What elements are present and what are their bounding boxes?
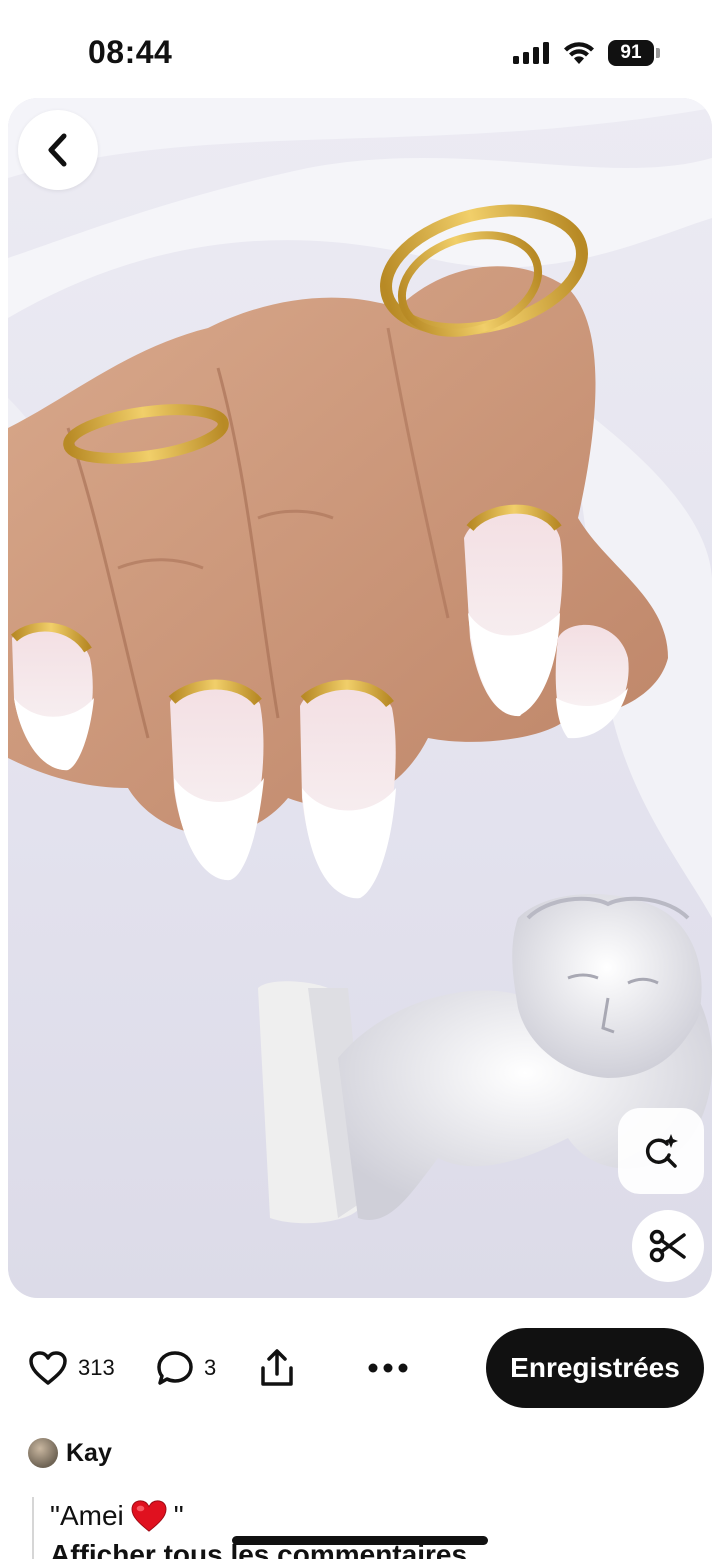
visual-search-button[interactable] xyxy=(618,1108,704,1194)
comment-block: "Amei " Afficher tous les commentaires xyxy=(32,1497,692,1559)
share-button[interactable] xyxy=(256,1346,298,1390)
share-icon xyxy=(261,1349,293,1386)
heart-icon xyxy=(29,1351,67,1385)
like-button[interactable]: 313 xyxy=(28,1326,115,1410)
like-count: 313 xyxy=(78,1355,115,1380)
battery-indicator: 91 xyxy=(608,40,660,66)
cut-button[interactable] xyxy=(632,1210,704,1282)
comment-button[interactable]: 3 xyxy=(156,1326,216,1410)
chevron-left-icon xyxy=(48,133,67,167)
nails-photo xyxy=(8,98,712,1298)
visual-search-icon xyxy=(645,1134,678,1168)
comment-icon xyxy=(157,1351,193,1385)
more-dots-icon xyxy=(368,1363,408,1373)
more-options-button[interactable] xyxy=(364,1348,412,1388)
save-button[interactable]: Enregistrées xyxy=(486,1328,704,1408)
home-indicator[interactable] xyxy=(232,1536,488,1545)
status-icons: 91 xyxy=(512,40,660,66)
battery-level: 91 xyxy=(608,40,654,66)
comment-count: 3 xyxy=(204,1355,217,1380)
comment-author[interactable]: Kay xyxy=(28,1438,112,1468)
comment-text: "Amei " xyxy=(50,1497,692,1535)
wifi-icon xyxy=(564,42,594,64)
comment-text-start: "Amei xyxy=(50,1500,124,1531)
status-bar: 08:44 91 xyxy=(0,0,720,100)
pin-image[interactable] xyxy=(8,98,712,1298)
comment-text-end: " xyxy=(173,1500,184,1531)
author-name[interactable]: Kay xyxy=(66,1439,112,1468)
action-bar: 313 3 Enregistrées xyxy=(0,1326,720,1410)
red-heart-emoji-icon xyxy=(131,1500,167,1532)
battery-tip xyxy=(656,48,660,58)
avatar[interactable] xyxy=(28,1438,58,1468)
cellular-signal-icon xyxy=(513,42,549,64)
back-button[interactable] xyxy=(18,110,98,190)
status-time: 08:44 xyxy=(88,34,173,70)
scissors-icon xyxy=(649,1229,686,1263)
